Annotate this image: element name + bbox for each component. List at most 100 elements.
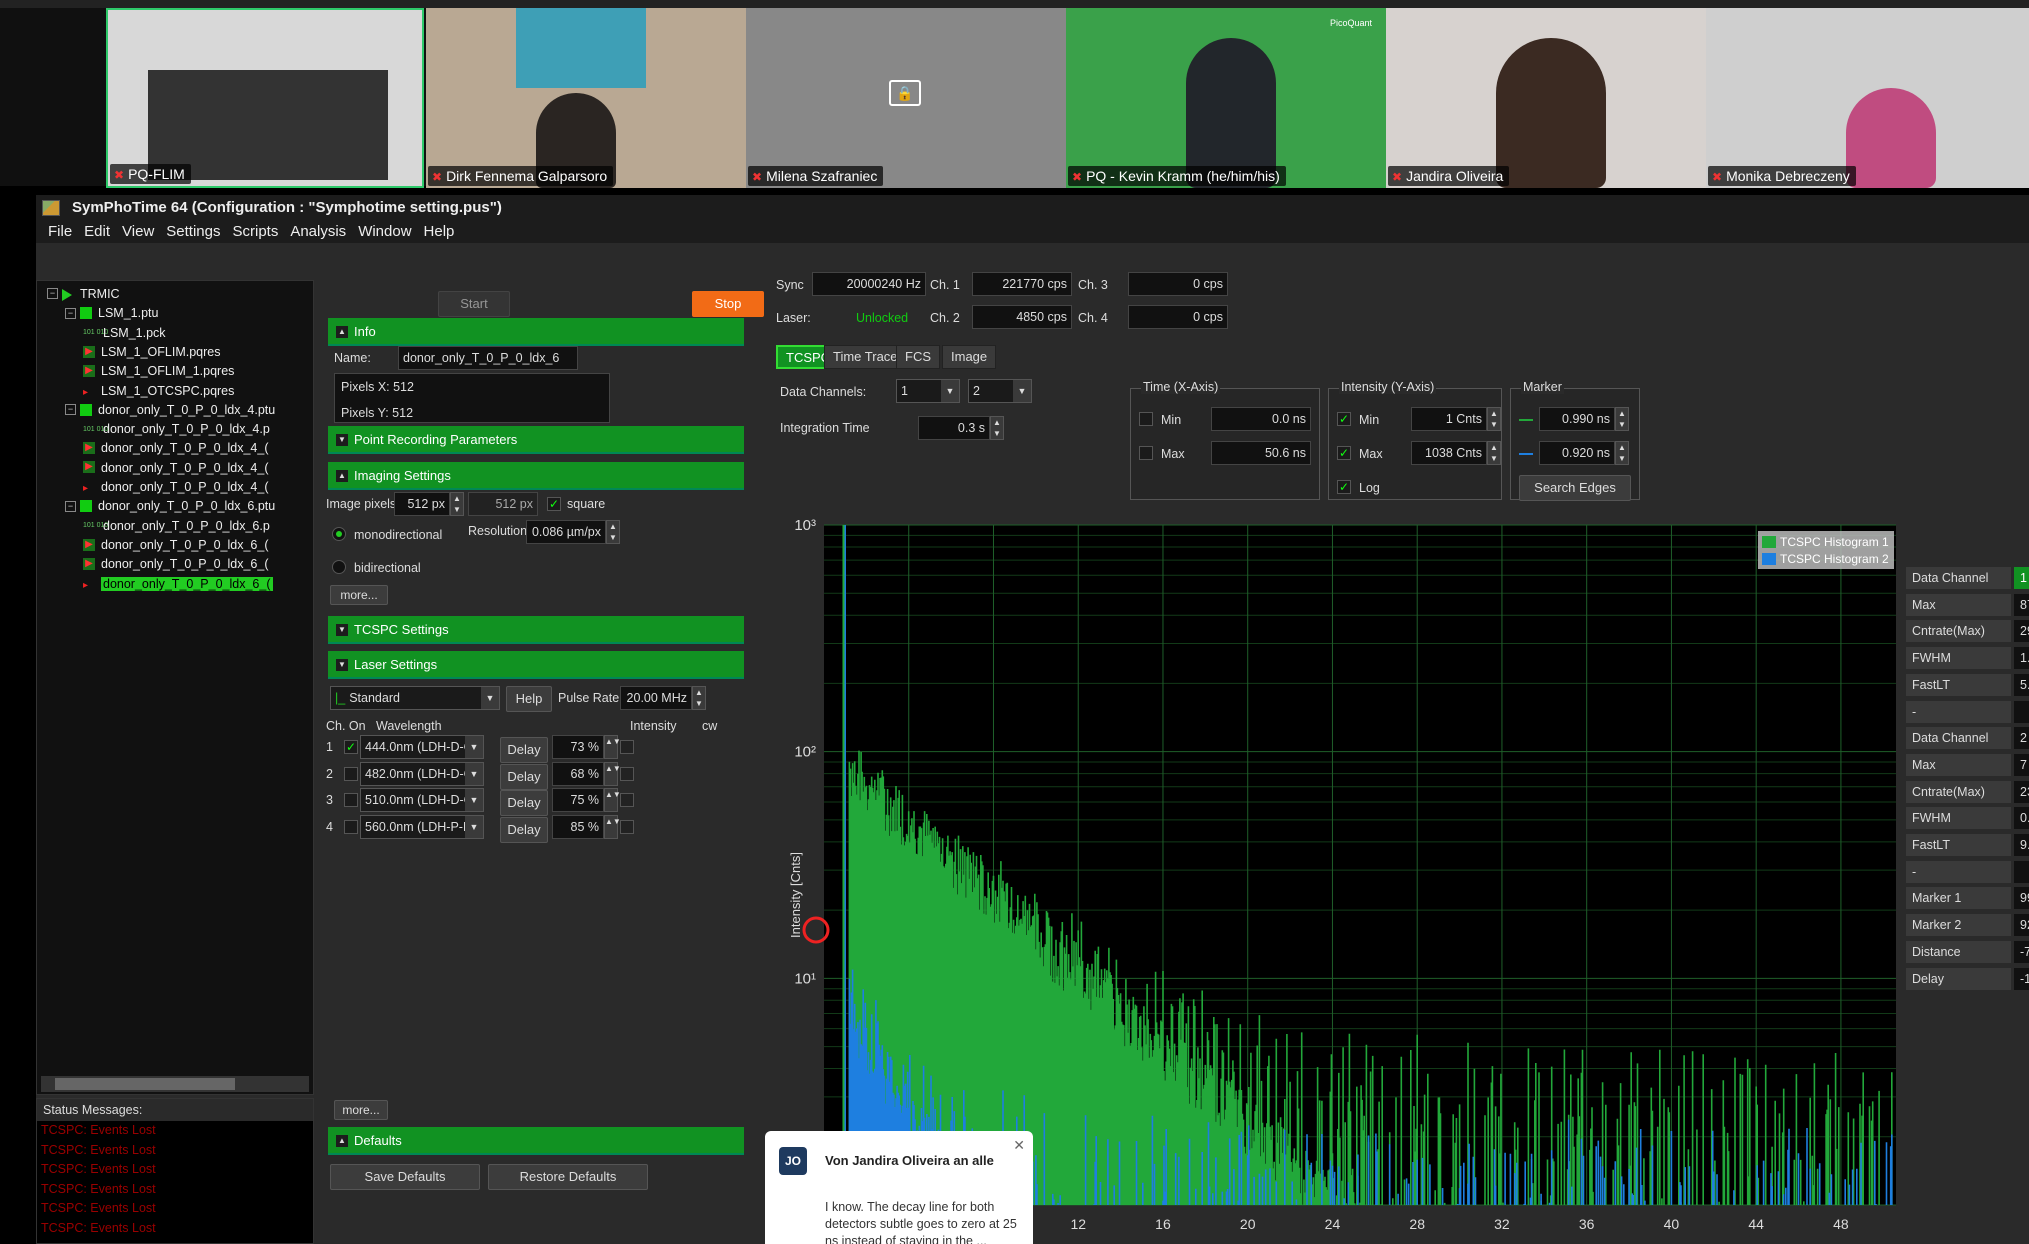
collapse-icon[interactable]: − (65, 404, 76, 415)
time-max-checkbox[interactable] (1139, 446, 1153, 460)
tree-item[interactable]: ▸ donor_only_T_0_P_0_ldx_6_( (83, 575, 273, 593)
collapse-icon[interactable]: − (65, 500, 76, 512)
tree-item[interactable]: ▶ donor_only_T_0_P_0_ldx_4_( (83, 439, 269, 457)
close-icon[interactable]: ✕ (1013, 1137, 1025, 1154)
laser-mode-dropdown[interactable]: |_ Standard ▼ (330, 686, 500, 710)
restore-defaults-button[interactable]: Restore Defaults (488, 1164, 648, 1190)
save-defaults-button[interactable]: Save Defaults (330, 1164, 480, 1190)
bidirectional-radio[interactable] (332, 560, 346, 574)
laser-intensity-field[interactable]: 85 % (552, 814, 604, 839)
tree-item[interactable]: ▶ LSM_1_OFLIM_1.pqres (83, 362, 234, 380)
tree-item[interactable]: − donor_only_T_0_P_0_ldx_6.ptu (65, 497, 275, 515)
cw-checkbox[interactable] (620, 819, 634, 834)
intensity-max-stepper[interactable]: ▲ ▼ (1487, 441, 1501, 465)
laser-intensity-stepper[interactable]: ▲▼ (604, 735, 621, 759)
integration-time-field[interactable]: 0.3 s (918, 416, 990, 440)
delay-button[interactable]: Delay (500, 816, 548, 843)
wavelength-dropdown[interactable]: 510.0nm (LDH-D-C-510▼ (360, 788, 484, 812)
laser-on-checkbox[interactable] (344, 766, 358, 781)
laser-intensity-stepper[interactable]: ▲▼ (604, 761, 621, 786)
tree-horizontal-scrollbar[interactable] (41, 1076, 309, 1092)
participant-tile[interactable]: ✖ Jandira Oliveira (1386, 8, 1706, 188)
collapse-icon[interactable]: − (47, 288, 58, 300)
resolution-field[interactable]: 0.086 µm/px (526, 520, 606, 544)
image-pixels-stepper[interactable]: ▲ ▼ (450, 492, 464, 516)
wavelength-dropdown[interactable]: 560.0nm (LDH-P-FA-560▼ (360, 814, 484, 839)
intensity-min-stepper[interactable]: ▲ ▼ (1487, 407, 1501, 431)
tcspc-settings-section-header[interactable]: ▼ TCSPC Settings (328, 616, 744, 644)
marker2-field[interactable]: 0.920 ns (1539, 441, 1615, 465)
data-channel-2-dropdown[interactable]: 2 ▼ (968, 379, 1032, 403)
cw-checkbox[interactable] (620, 766, 634, 781)
time-min-field[interactable]: 0.0 ns (1211, 407, 1311, 431)
menu-help[interactable]: Help (424, 223, 455, 240)
wavelength-dropdown[interactable]: 444.0nm (LDH-D-C-440▼ (360, 735, 484, 759)
laser-intensity-stepper[interactable]: ▲▼ (604, 814, 621, 839)
monodirectional-radio[interactable] (332, 527, 346, 541)
laser-more-button[interactable]: more... (334, 1100, 388, 1120)
search-edges-button[interactable]: Search Edges (1519, 475, 1631, 501)
tree-item[interactable]: ▸ LSM_1_OTCSPC.pqres (83, 382, 234, 400)
pulse-rate-field[interactable]: 20.00 MHz (620, 686, 692, 710)
delay-button[interactable]: Delay (500, 790, 548, 816)
intensity-max-checkbox[interactable]: ✓ (1337, 446, 1351, 460)
laser-on-checkbox[interactable] (344, 819, 358, 834)
marker2-stepper[interactable]: ▲ ▼ (1615, 441, 1629, 465)
stop-button[interactable]: Stop (692, 291, 764, 317)
menu-scripts[interactable]: Scripts (232, 223, 278, 240)
tree-item[interactable]: 101 010LSM_1.pck (83, 324, 166, 342)
intensity-min-field[interactable]: 1 Cnts (1411, 407, 1487, 431)
point-recording-section-header[interactable]: ▼ Point Recording Parameters (328, 426, 744, 454)
participant-tile[interactable]: 🔒 ✖ Milena Szafraniec (746, 8, 1066, 188)
intensity-max-field[interactable]: 1038 Cnts (1411, 441, 1487, 465)
laser-intensity-stepper[interactable]: ▲▼ (604, 788, 621, 812)
info-section-header[interactable]: ▲ Info (328, 318, 744, 346)
cw-checkbox[interactable] (620, 740, 634, 754)
collapse-icon[interactable]: − (65, 307, 76, 319)
cw-checkbox[interactable] (620, 793, 634, 807)
menu-file[interactable]: File (48, 223, 72, 240)
menu-view[interactable]: View (122, 223, 154, 240)
laser-on-checkbox[interactable] (344, 793, 358, 807)
help-button[interactable]: Help (506, 686, 552, 712)
chat-notification[interactable]: JO Von Jandira Oliveira an alle I know. … (765, 1131, 1033, 1244)
marker1-stepper[interactable]: ▲ ▼ (1615, 407, 1629, 431)
menu-window[interactable]: Window (358, 223, 411, 240)
tree-item[interactable]: − TRMIC (47, 285, 120, 303)
tree-item[interactable]: 101 010donor_only_T_0_P_0_ldx_4.p (83, 420, 270, 438)
integration-time-stepper[interactable]: ▲ ▼ (990, 416, 1004, 440)
imaging-more-button[interactable]: more... (330, 585, 388, 605)
imaging-section-header[interactable]: ▲ Imaging Settings (328, 462, 744, 490)
participant-tile[interactable]: ✖ PQ-FLIM (106, 8, 424, 188)
tree-item[interactable]: 101 010donor_only_T_0_P_0_ldx_6.p (83, 517, 270, 535)
participant-tile[interactable]: ✖ Monika Debreczeny (1706, 8, 2029, 188)
pulse-rate-stepper[interactable]: ▲ ▼ (692, 686, 706, 710)
laser-intensity-field[interactable]: 68 % (552, 761, 604, 786)
data-channel-1-dropdown[interactable]: 1 ▼ (896, 379, 960, 403)
participant-tile[interactable]: PicoQuant ✖ PQ - Kevin Kramm (he/him/his) (1066, 8, 1386, 188)
tree-item[interactable]: ▶ donor_only_T_0_P_0_ldx_6_( (83, 536, 269, 554)
tab-fcs[interactable]: FCS (896, 345, 940, 369)
delay-button[interactable]: Delay (500, 737, 548, 763)
menu-edit[interactable]: Edit (84, 223, 110, 240)
time-min-checkbox[interactable] (1139, 412, 1153, 426)
log-checkbox[interactable]: ✓ (1337, 480, 1351, 494)
tree-item[interactable]: ▶ donor_only_T_0_P_0_ldx_4_( (83, 459, 269, 477)
menu-settings[interactable]: Settings (166, 223, 220, 240)
laser-on-checkbox[interactable]: ✓ (344, 740, 358, 754)
marker1-field[interactable]: 0.990 ns (1539, 407, 1615, 431)
tab-time-trace[interactable]: Time Trace (824, 345, 907, 369)
tree-item[interactable]: ▶ LSM_1_OFLIM.pqres (83, 343, 221, 361)
tree-item[interactable]: − donor_only_T_0_P_0_ldx_4.ptu (65, 401, 275, 419)
tree-item[interactable]: ▶ donor_only_T_0_P_0_ldx_6_( (83, 555, 269, 573)
image-pixels-x-field[interactable]: 512 px (394, 492, 450, 516)
tree-item[interactable]: ▸ donor_only_T_0_P_0_ldx_4_( (83, 478, 269, 496)
tree-item[interactable]: − LSM_1.ptu (65, 304, 158, 322)
resolution-stepper[interactable]: ▲ ▼ (606, 520, 620, 544)
menu-analysis[interactable]: Analysis (290, 223, 346, 240)
scrollbar-thumb[interactable] (55, 1078, 235, 1090)
laser-intensity-field[interactable]: 75 % (552, 788, 604, 812)
name-field[interactable]: donor_only_T_0_P_0_ldx_6 (398, 346, 578, 370)
tab-image[interactable]: Image (942, 345, 997, 369)
square-checkbox[interactable]: ✓ (547, 497, 561, 511)
